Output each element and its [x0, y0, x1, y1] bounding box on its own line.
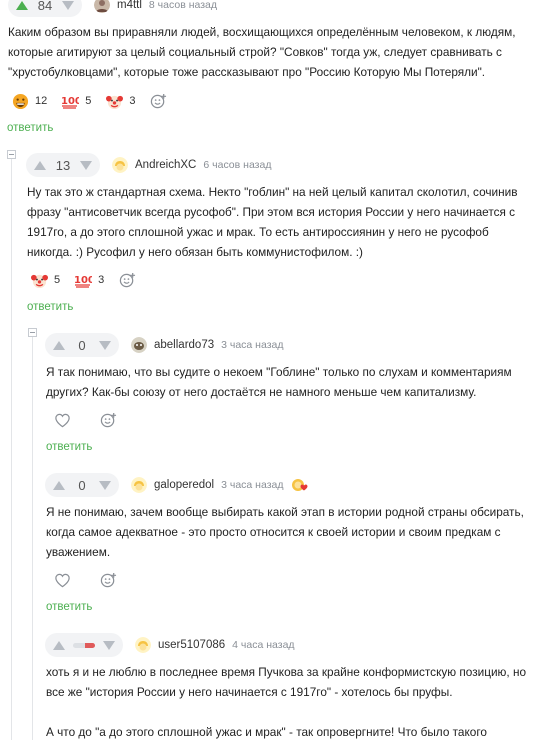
avatar[interactable]: [112, 157, 128, 173]
rating-value: 84: [37, 0, 53, 13]
reply-link[interactable]: ответить: [27, 301, 73, 313]
heart-icon[interactable]: [53, 411, 71, 429]
rating-control: [45, 633, 123, 657]
clown-face-icon: [30, 271, 48, 289]
reaction-count: 5: [54, 274, 61, 286]
rating-control: 13: [26, 153, 100, 177]
upvote-button[interactable]: [53, 480, 65, 490]
reply-link[interactable]: ответить: [46, 441, 92, 453]
username[interactable]: user5107086: [158, 639, 225, 651]
reaction[interactable]: 100 5: [61, 92, 91, 110]
reaction-count: 3: [129, 95, 136, 107]
downvote-button[interactable]: [62, 0, 74, 10]
add-reaction-icon[interactable]: [118, 271, 136, 289]
downvote-button[interactable]: [80, 160, 92, 170]
reply-link[interactable]: ответить: [7, 122, 53, 134]
downvote-button[interactable]: [103, 640, 115, 650]
comment-text: Ну так это ж стандартная схема. Некто "г…: [27, 185, 521, 259]
reaction-count: 3: [98, 274, 105, 286]
avatar[interactable]: [131, 337, 147, 353]
rating-control: 84: [8, 0, 82, 17]
thread-line: [11, 156, 12, 740]
comment-text: хоть я и не люблю в последнее время Пучк…: [46, 665, 527, 739]
reaction-count: 12: [35, 95, 48, 107]
upvote-button[interactable]: [34, 160, 46, 170]
upvote-button[interactable]: [16, 0, 28, 10]
thread-line: [32, 336, 33, 740]
clown-face-icon: [105, 92, 123, 110]
upvote-button[interactable]: [53, 640, 65, 650]
hundred-points-icon: 100: [74, 271, 92, 289]
comment-text: Каким образом вы приравняли людей, восхи…: [8, 25, 519, 79]
grin-face-icon: [11, 92, 29, 110]
timestamp[interactable]: 3 часа назад: [221, 339, 283, 351]
comment-text: Я так понимаю, что вы судите о некоем "Г…: [46, 365, 515, 399]
reactions-bar: [53, 571, 117, 589]
avatar[interactable]: [131, 477, 147, 493]
timestamp[interactable]: 3 часа назад: [221, 479, 283, 491]
reaction[interactable]: 12: [11, 92, 47, 110]
avatar[interactable]: [94, 0, 110, 13]
reactions-bar: 5 100 3: [30, 271, 136, 289]
collapse-thread-button[interactable]: [7, 150, 16, 159]
username[interactable]: abellardo73: [154, 339, 214, 351]
reaction[interactable]: 100 3: [74, 271, 104, 289]
reaction-count: 5: [85, 95, 92, 107]
username[interactable]: m4ttl: [117, 0, 142, 11]
avatar[interactable]: [135, 637, 151, 653]
reply-link[interactable]: ответить: [46, 601, 92, 613]
add-reaction-icon[interactable]: [99, 571, 117, 589]
downvote-button[interactable]: [99, 480, 111, 490]
collapse-thread-button[interactable]: [28, 328, 37, 337]
reactions-bar: 12 100 5 3: [11, 92, 168, 110]
add-reaction-icon[interactable]: [150, 92, 168, 110]
username[interactable]: AndreichXC: [135, 159, 196, 171]
add-reaction-icon[interactable]: [99, 411, 117, 429]
heart-icon[interactable]: [53, 571, 71, 589]
rating-balance-bar: [73, 642, 95, 648]
award-badge-icon: [292, 479, 308, 491]
reaction[interactable]: 5: [30, 271, 60, 289]
timestamp[interactable]: 8 часов назад: [149, 0, 217, 11]
rating-value: 0: [78, 337, 86, 353]
rating-control: 0: [45, 333, 119, 357]
upvote-button[interactable]: [53, 340, 65, 350]
timestamp[interactable]: 4 часа назад: [232, 639, 294, 651]
rating-value: 0: [78, 477, 86, 493]
svg-text:100: 100: [61, 96, 79, 107]
comment-text: Я не понимаю, зачем вообще выбирать како…: [46, 505, 528, 559]
rating-value: 13: [55, 157, 71, 173]
downvote-button[interactable]: [99, 340, 111, 350]
reactions-bar: [53, 411, 117, 429]
reaction[interactable]: 3: [105, 92, 136, 110]
rating-control: 0: [45, 473, 119, 497]
hundred-points-icon: 100: [61, 92, 79, 110]
username[interactable]: galoperedol: [154, 479, 214, 491]
timestamp[interactable]: 6 часов назад: [203, 159, 271, 171]
